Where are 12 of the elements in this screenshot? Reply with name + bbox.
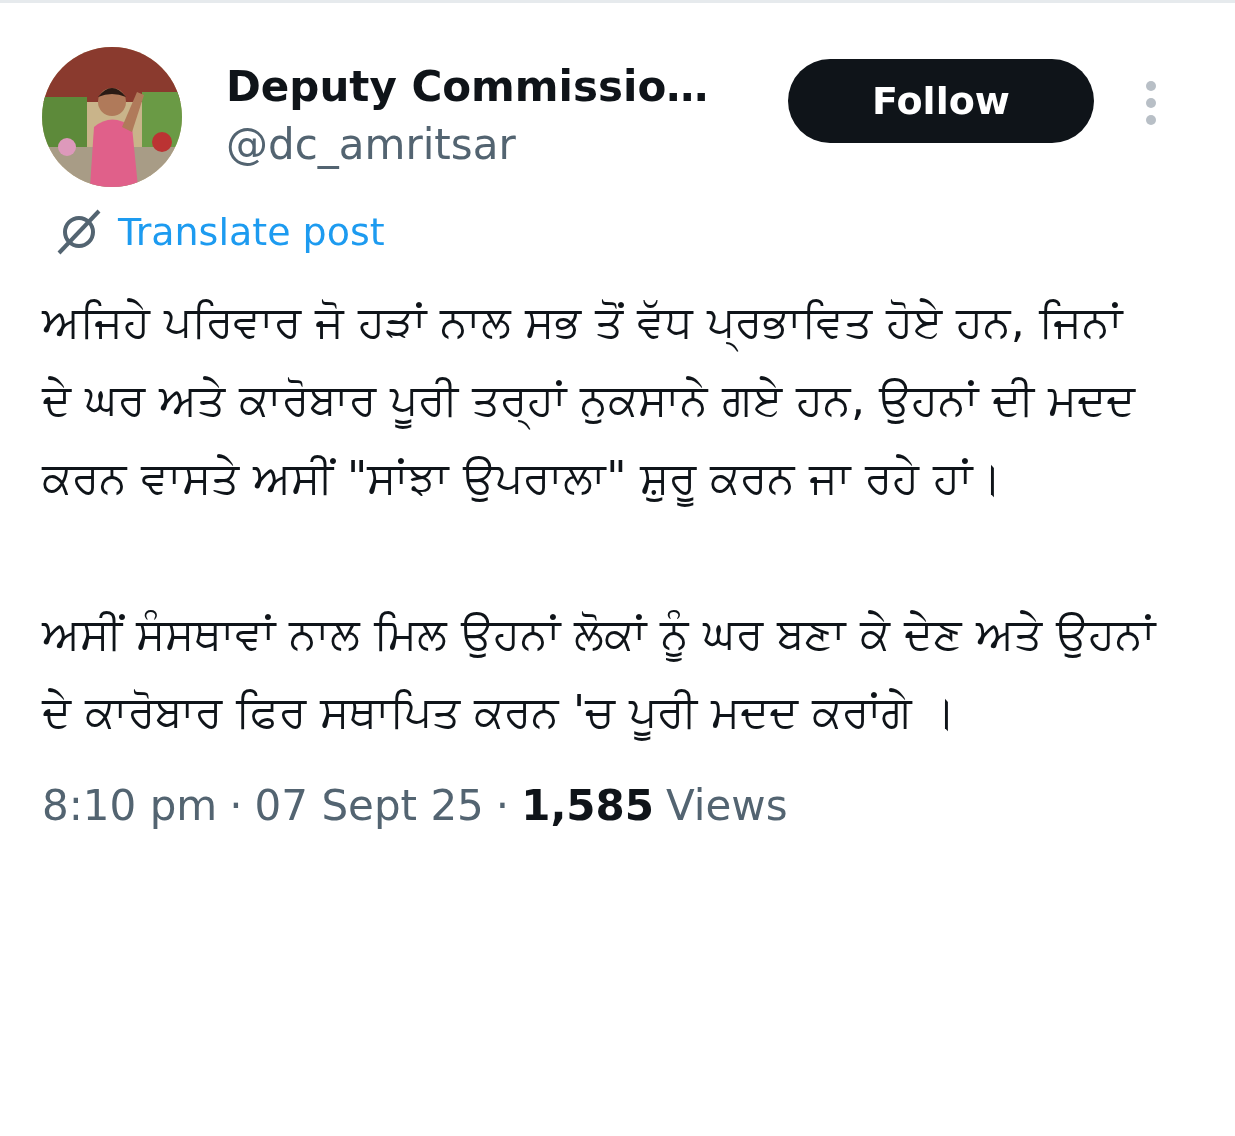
follow-button[interactable]: Follow [788,59,1094,143]
separator-dot: · [495,781,510,830]
author-name[interactable]: Deputy Commissio… [226,59,766,115]
views-label: Views [666,781,788,830]
post-date[interactable]: 07 Sept 25 [254,781,484,830]
author-handle[interactable]: @dc_amritsar [226,115,766,175]
post-text: ਅਜਿਹੇ ਪਰਿਵਾਰ ਜੋ ਹੜਾਂ ਨਾਲ ਸਭ ਤੋਂ ਵੱਧ ਪ੍ਰਭਾਵਿਤ ਹੋਏ ਹਨ, ਜਿਨਾਂ ਦੇ ਘਰ ਅਤੇ ਕਾਰੋਬਾਰ ਪੂਰੀ ਤਰ੍ਹਾਂ ਨੁਕਸਾਨੇ ਗਏ ਹਨ, ਉਹਨਾਂ ਦੀ ਮਦਦ ਕਰਨ ਵਾਸਤੇ ਅਸੀਂ "ਸਾਂਝਾ ਉਪਰਾਲਾ" ਸ਼ੁਰੂ ਕਰਨ ਜਾ ਰਹੇ ਹਾਂ। [42,283,1162,517]
post-text: ਅਸੀਂ ਸੰਸਥਾਵਾਂ ਨਾਲ ਮਿਲ ਉਹਨਾਂ ਲੋਕਾਂ ਨੂੰ ਘਰ ਬਣਾ ਕੇ ਦੇਣ ਅਤੇ ਉਹਨਾਂ ਦੇ ਕਾਰੋਬਾਰ ਫਿਰ ਸਥਾਪਿਤ ਕਰਨ 'ਚ ਪੂਰੀ ਮਦਦ ਕਰਾਂਗੇ । [42,595,1162,751]
post-time[interactable]: 8:10 pm [42,781,218,830]
more-icon[interactable] [1144,80,1158,126]
separator-dot: · [229,781,243,830]
views-count: 1,585 [521,781,655,830]
